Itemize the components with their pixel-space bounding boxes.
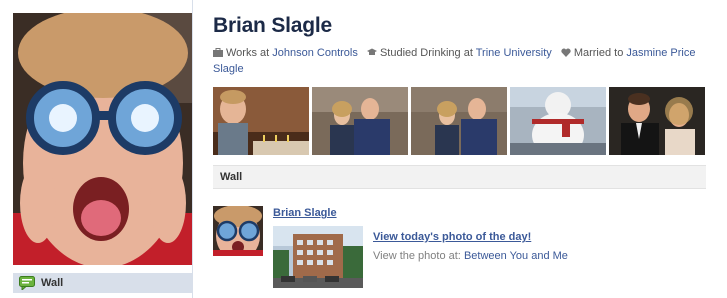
story-author-avatar[interactable]	[213, 206, 263, 256]
photo-thumbnail[interactable]	[312, 87, 408, 155]
left-nav-wall[interactable]: Wall	[13, 273, 193, 293]
photo-strip	[213, 87, 705, 155]
story-subtext: View the photo at: Between You and Me	[373, 250, 568, 262]
education-info: Studied Drinking at Trine University	[366, 47, 555, 59]
column-divider	[192, 0, 193, 298]
wall-icon	[19, 276, 35, 290]
story-photo-thumbnail[interactable]	[273, 226, 363, 288]
profile-info: Works at Johnson Controls Studied Drinki…	[213, 45, 703, 77]
briefcase-icon	[213, 48, 223, 57]
story-author-name[interactable]: Brian Slagle	[273, 207, 337, 219]
education-link[interactable]: Trine University	[476, 47, 552, 59]
work-link[interactable]: Johnson Controls	[272, 47, 358, 59]
profile-picture[interactable]	[13, 13, 193, 265]
graduation-cap-icon	[366, 48, 377, 55]
work-prefix: Works at	[226, 47, 270, 59]
story-link-title[interactable]: View today's photo of the day!	[373, 231, 531, 243]
left-nav-wall-label: Wall	[41, 277, 64, 289]
story-source-link[interactable]: Between You and Me	[464, 250, 568, 262]
work-info: Works at Johnson Controls	[213, 47, 361, 59]
education-prefix: Studied Drinking at	[379, 47, 473, 59]
photo-thumbnail[interactable]	[510, 87, 606, 155]
photo-thumbnail[interactable]	[411, 87, 507, 155]
heart-icon	[561, 48, 571, 57]
story-subtext-prefix: View the photo at:	[373, 250, 461, 262]
photo-thumbnail[interactable]	[213, 87, 309, 155]
photo-thumbnail[interactable]	[609, 87, 705, 155]
relationship-prefix: Married to	[573, 47, 624, 59]
wall-section-header: Wall	[213, 165, 706, 189]
profile-name: Brian Slagle	[213, 14, 332, 37]
